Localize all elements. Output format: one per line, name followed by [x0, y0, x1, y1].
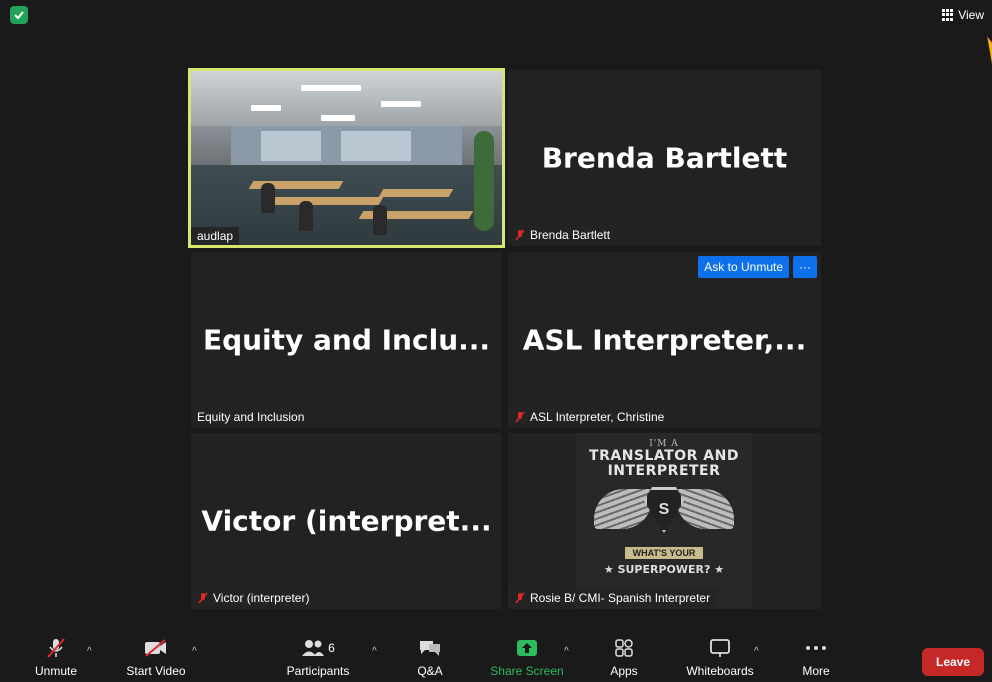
participants-icon: 6	[293, 636, 343, 660]
participants-button[interactable]: 6 Participants	[280, 632, 356, 682]
participant-display-name: ASL Interpreter,...	[522, 323, 807, 357]
video-tile-rosie[interactable]: I'M A TRANSLATOR AND INTERPRETER S WHAT'…	[508, 433, 821, 609]
share-options-caret[interactable]: ^	[564, 646, 569, 657]
muted-mic-icon	[515, 229, 525, 241]
video-off-icon	[141, 636, 171, 660]
participant-display-name: Victor (interpret...	[201, 504, 492, 538]
classroom-video-feed	[191, 71, 502, 245]
security-shield-icon[interactable]	[10, 6, 28, 24]
participant-name-label: Rosie B/ CMI- Spanish Interpreter	[508, 589, 717, 607]
muted-mic-icon	[198, 592, 208, 604]
view-button-label: View	[958, 8, 984, 22]
video-tile-brenda-bartlett[interactable]: Brenda Bartlett Brenda Bartlett	[508, 70, 821, 246]
profile-picture: I'M A TRANSLATOR AND INTERPRETER S WHAT'…	[576, 433, 752, 609]
audio-options-caret[interactable]: ^	[87, 646, 92, 657]
participant-display-name: Brenda Bartlett	[541, 141, 788, 175]
participants-options-caret[interactable]: ^	[372, 646, 377, 657]
pointer-arrow-annotation	[972, 34, 992, 84]
superhero-emblem-icon: S	[594, 485, 734, 545]
muted-mic-icon	[515, 592, 525, 604]
muted-mic-icon	[41, 636, 71, 660]
view-button[interactable]: View	[938, 6, 988, 24]
participant-name-label: Victor (interpreter)	[191, 589, 316, 607]
whiteboards-options-caret[interactable]: ^	[754, 646, 759, 657]
participant-name-label: Equity and Inclusion	[191, 408, 311, 426]
participant-display-name: Equity and Inclu...	[202, 323, 491, 357]
tile-more-options-button[interactable]: ···	[793, 256, 817, 278]
whiteboards-button[interactable]: Whiteboards	[678, 632, 762, 682]
grid-view-icon	[942, 9, 954, 21]
share-screen-icon	[512, 636, 542, 660]
muted-mic-icon	[515, 411, 525, 423]
meeting-toolbar: Unmute ^ Start Video ^ 6 Participants ^ …	[0, 632, 992, 682]
whiteboard-icon	[705, 636, 735, 660]
video-tile-audlap[interactable]: audlap	[188, 68, 505, 248]
unmute-button[interactable]: Unmute	[28, 632, 84, 682]
share-screen-button[interactable]: Share Screen	[484, 632, 570, 682]
participant-name-label: ASL Interpreter, Christine	[508, 408, 671, 426]
more-dots-icon	[801, 636, 831, 660]
qa-button[interactable]: Q&A	[410, 632, 450, 682]
video-options-caret[interactable]: ^	[192, 646, 197, 657]
video-tile-asl-interpreter[interactable]: Ask to Unmute ··· ASL Interpreter,... AS…	[508, 252, 821, 428]
leave-meeting-button[interactable]: Leave	[922, 648, 984, 676]
start-video-button[interactable]: Start Video	[118, 632, 194, 682]
more-button[interactable]: More	[796, 632, 836, 682]
video-tile-victor[interactable]: Victor (interpret... Victor (interpreter…	[191, 433, 502, 609]
apps-button[interactable]: Apps	[604, 632, 644, 682]
top-bar: View	[0, 0, 992, 34]
participant-name-label: Brenda Bartlett	[508, 226, 617, 244]
participants-count: 6	[328, 641, 335, 655]
video-tile-equity-and-inclusion[interactable]: Equity and Inclu... Equity and Inclusion	[191, 252, 502, 428]
qa-chat-icon	[415, 636, 445, 660]
participant-name-label: audlap	[191, 227, 240, 245]
ask-to-unmute-button[interactable]: Ask to Unmute	[698, 256, 789, 278]
apps-icon	[609, 636, 639, 660]
